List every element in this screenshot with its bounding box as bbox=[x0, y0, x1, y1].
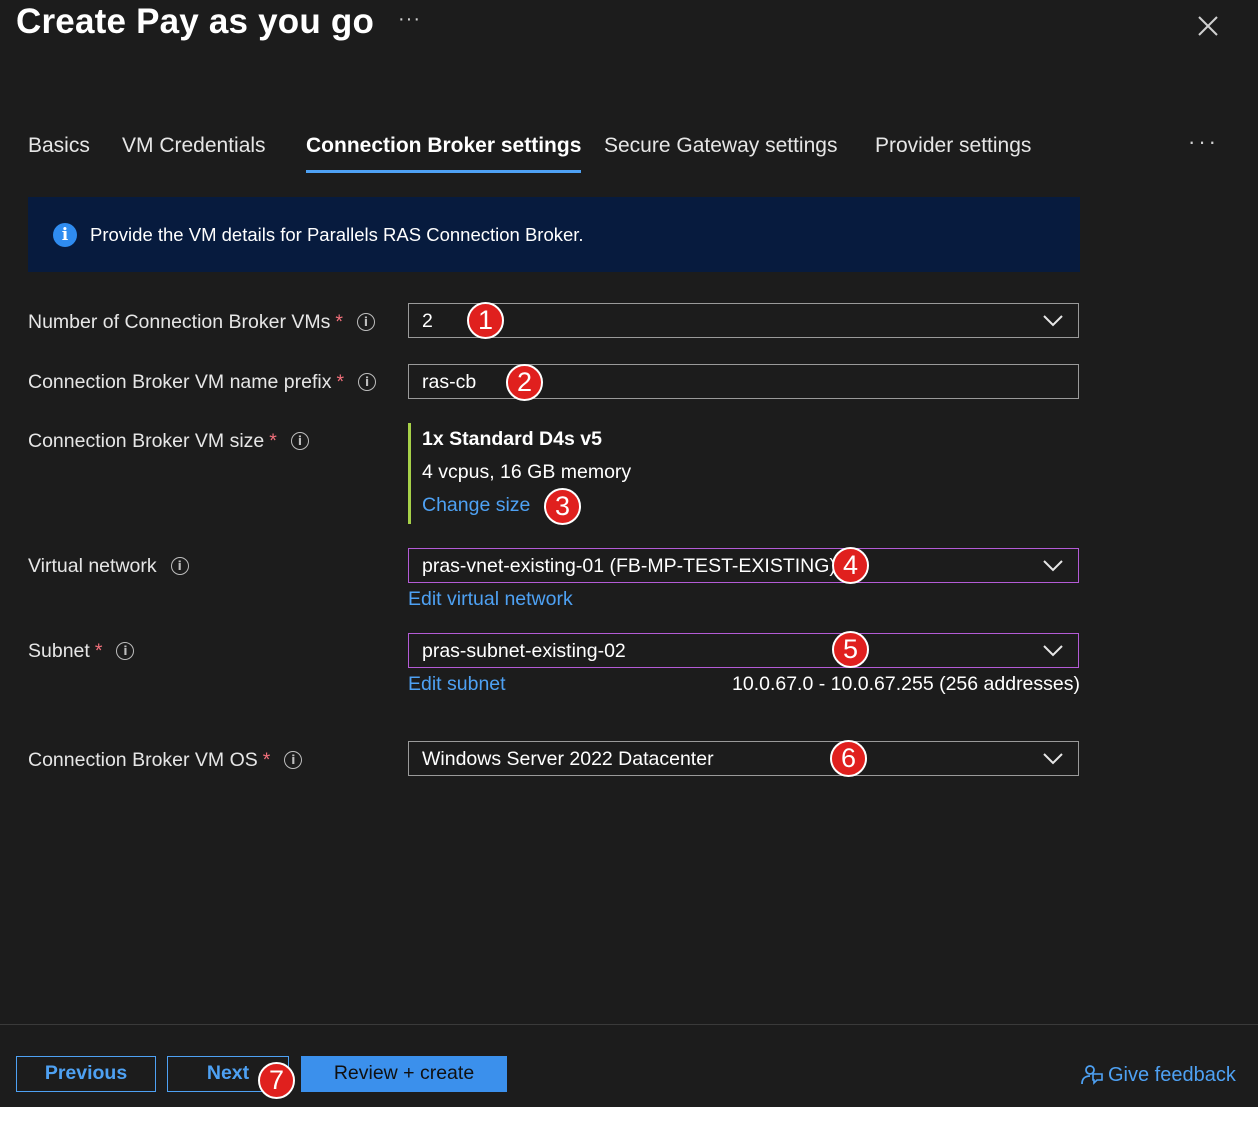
required-marker: * bbox=[336, 371, 345, 393]
name-prefix-value: ras-cb bbox=[422, 371, 477, 393]
required-marker: * bbox=[262, 749, 271, 771]
name-prefix-label: Connection Broker VM name prefix * i bbox=[28, 371, 377, 394]
change-size-link[interactable]: Change size bbox=[422, 494, 530, 517]
info-banner-text: Provide the VM details for Parallels RAS… bbox=[90, 224, 584, 245]
tab-basics[interactable]: Basics bbox=[28, 130, 90, 170]
step-badge-2: 2 bbox=[506, 364, 543, 401]
step-badge-6: 6 bbox=[830, 740, 867, 777]
virtual-network-label: Virtual network i bbox=[28, 555, 189, 578]
step-badge-7: 7 bbox=[258, 1062, 295, 1099]
step-badge-1: 1 bbox=[467, 302, 504, 339]
tab-provider-settings[interactable]: Provider settings bbox=[875, 130, 1031, 170]
vm-size-name: 1x Standard D4s v5 bbox=[422, 428, 602, 450]
step-badge-4: 4 bbox=[832, 547, 869, 584]
virtual-network-value: pras-vnet-existing-01 (FB-MP-TEST-EXISTI… bbox=[422, 555, 836, 577]
info-tooltip-icon[interactable]: i bbox=[358, 373, 377, 391]
tabs-overflow-icon[interactable]: ··· bbox=[1188, 130, 1219, 154]
info-tooltip-icon[interactable]: i bbox=[290, 432, 309, 450]
info-icon: i bbox=[53, 223, 77, 247]
create-blade: Create Pay as you go ··· Basics VM Crede… bbox=[0, 0, 1258, 1107]
feedback-icon bbox=[1081, 1065, 1103, 1085]
subnet-label: Subnet * i bbox=[28, 640, 135, 663]
info-tooltip-icon[interactable]: i bbox=[116, 642, 135, 660]
vm-size-detail: 4 vcpus, 16 GB memory bbox=[422, 461, 632, 483]
step-badge-3: 3 bbox=[544, 488, 581, 525]
close-icon[interactable] bbox=[1193, 11, 1223, 41]
subnet-address-range: 10.0.67.0 - 10.0.67.255 (256 addresses) bbox=[732, 673, 1080, 695]
num-vms-label: Number of Connection Broker VMs * i bbox=[28, 311, 375, 334]
footer-divider bbox=[0, 1024, 1258, 1025]
num-vms-value: 2 bbox=[422, 310, 433, 332]
vm-os-label: Connection Broker VM OS * i bbox=[28, 749, 303, 772]
review-create-button[interactable]: Review + create bbox=[301, 1056, 507, 1092]
vm-os-value: Windows Server 2022 Datacenter bbox=[422, 748, 714, 770]
subnet-dropdown[interactable]: pras-subnet-existing-02 bbox=[408, 633, 1079, 668]
vm-os-dropdown[interactable]: Windows Server 2022 Datacenter bbox=[408, 741, 1079, 776]
edit-subnet-link[interactable]: Edit subnet bbox=[408, 673, 506, 696]
subnet-value: pras-subnet-existing-02 bbox=[422, 640, 626, 662]
tab-connection-broker-settings[interactable]: Connection Broker settings bbox=[306, 130, 582, 173]
previous-button[interactable]: Previous bbox=[16, 1056, 156, 1092]
info-tooltip-icon[interactable]: i bbox=[284, 751, 303, 769]
step-badge-5: 5 bbox=[832, 631, 869, 668]
tab-vm-credentials[interactable]: VM Credentials bbox=[122, 130, 266, 170]
required-marker: * bbox=[335, 311, 343, 333]
vm-size-label: Connection Broker VM size * i bbox=[28, 430, 309, 453]
tab-secure-gateway-settings[interactable]: Secure Gateway settings bbox=[604, 130, 837, 170]
chevron-down-icon bbox=[1043, 753, 1063, 765]
required-marker: * bbox=[94, 640, 103, 662]
info-tooltip-icon[interactable]: i bbox=[170, 557, 189, 575]
chevron-down-icon bbox=[1043, 645, 1063, 657]
page-title: Create Pay as you go bbox=[16, 2, 375, 41]
wizard-tabs: Basics VM Credentials Connection Broker … bbox=[28, 130, 1228, 174]
info-banner: i Provide the VM details for Parallels R… bbox=[28, 197, 1080, 272]
virtual-network-dropdown[interactable]: pras-vnet-existing-01 (FB-MP-TEST-EXISTI… bbox=[408, 548, 1079, 583]
num-vms-dropdown[interactable]: 2 bbox=[408, 303, 1079, 338]
edit-virtual-network-link[interactable]: Edit virtual network bbox=[408, 588, 573, 611]
info-tooltip-icon[interactable]: i bbox=[356, 313, 375, 331]
chevron-down-icon bbox=[1043, 560, 1063, 572]
required-marker: * bbox=[269, 430, 277, 452]
give-feedback-link[interactable]: Give feedback bbox=[1080, 1062, 1236, 1087]
vm-size-summary: 1x Standard D4s v5 4 vcpus, 16 GB memory… bbox=[408, 423, 631, 524]
more-options-icon[interactable]: ··· bbox=[398, 8, 421, 31]
chevron-down-icon bbox=[1043, 315, 1063, 327]
